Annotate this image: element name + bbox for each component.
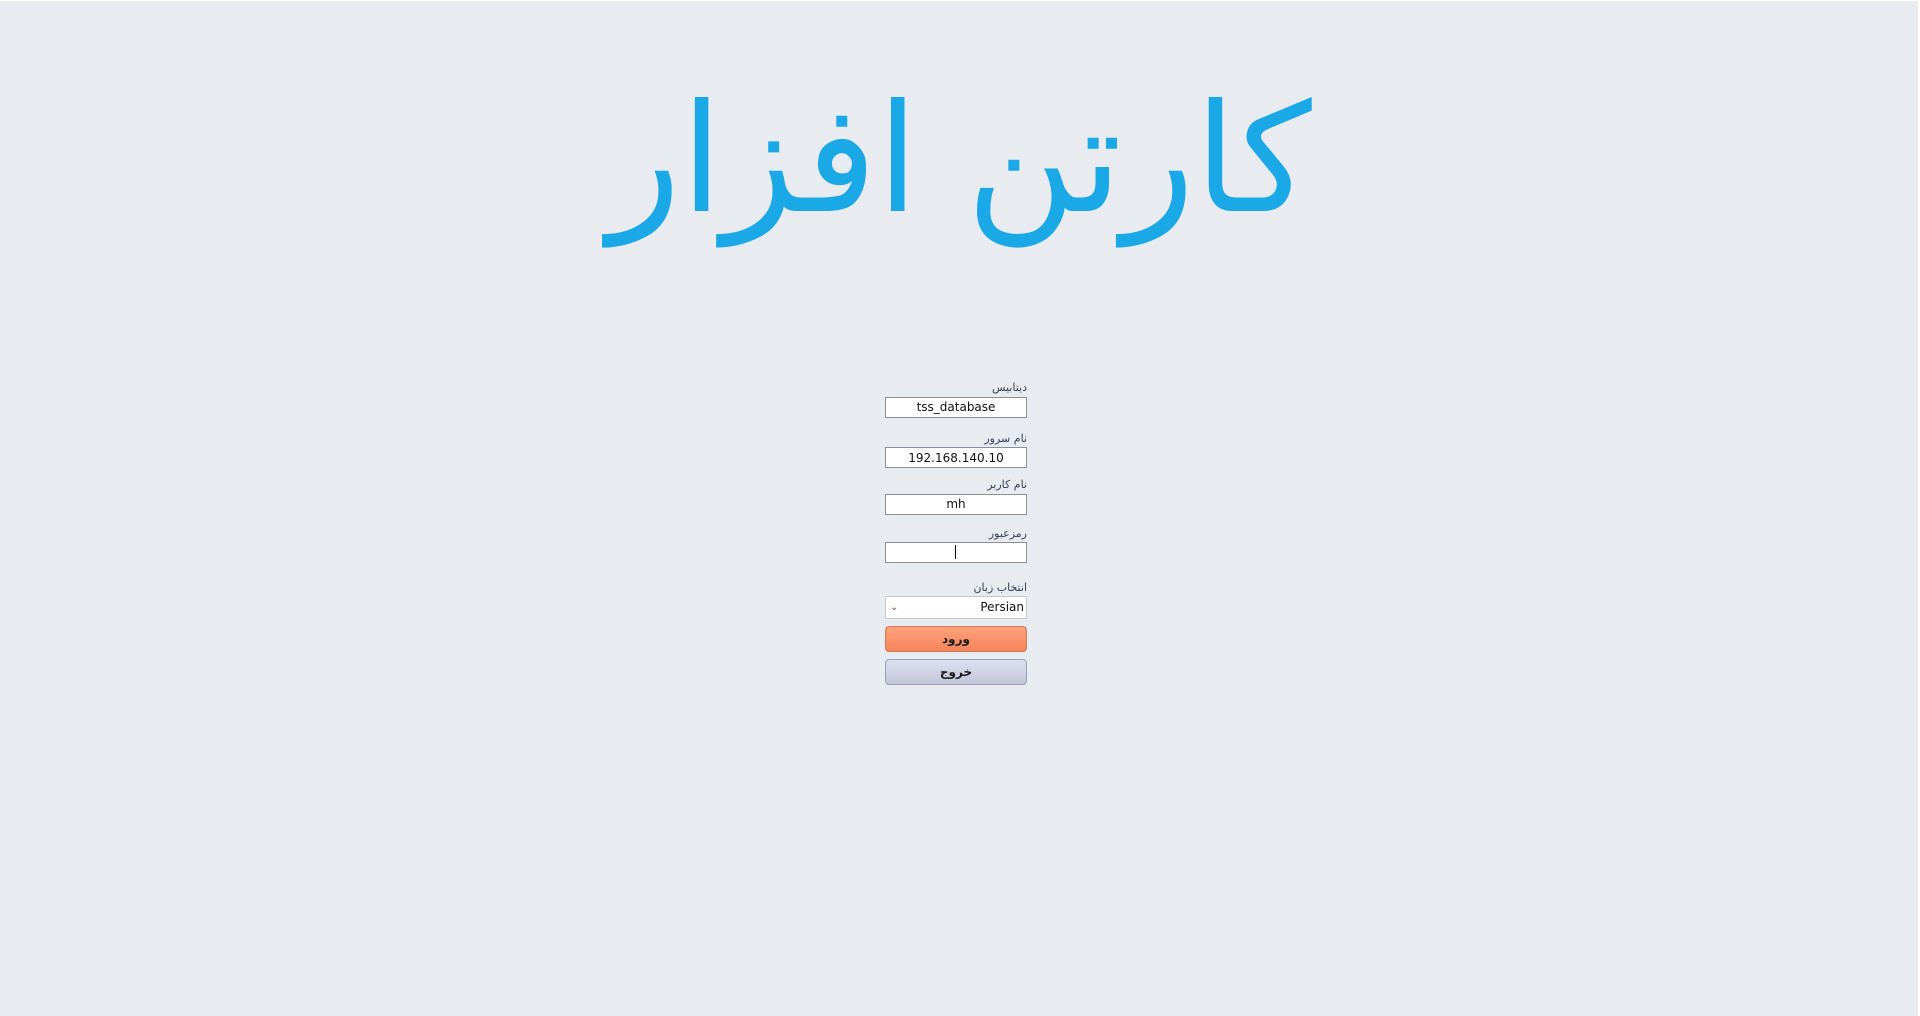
database-label: دیتابیس xyxy=(991,381,1027,394)
username-label: نام کاربر xyxy=(987,478,1027,491)
password-label: رمزعبور xyxy=(988,526,1027,540)
password-wrapper xyxy=(885,542,1027,563)
text-caret xyxy=(955,544,956,559)
password-field[interactable] xyxy=(885,542,1027,563)
login-button[interactable]: ورود xyxy=(885,625,1027,652)
server-field[interactable] xyxy=(885,447,1027,468)
username-field[interactable] xyxy=(885,493,1027,515)
database-field[interactable] xyxy=(885,396,1027,418)
app-logo: کارتن افزار xyxy=(608,73,1312,247)
language-label: انتخاب زبان xyxy=(973,580,1027,594)
language-selected-value: Persian xyxy=(980,599,1024,614)
top-border xyxy=(0,0,1920,1)
login-form: دیتابیس نام سرور نام کاربر رمزعبور انتخا… xyxy=(885,380,1027,685)
exit-button[interactable]: خروج xyxy=(885,658,1027,685)
server-label: نام سرور xyxy=(984,431,1027,445)
chevron-down-icon: ⌄ xyxy=(890,601,899,613)
login-window: کارتن افزار دیتابیس نام سرور نام کاربر ر… xyxy=(0,0,1920,1016)
language-select[interactable]: ⌄ Persian xyxy=(885,595,1027,619)
